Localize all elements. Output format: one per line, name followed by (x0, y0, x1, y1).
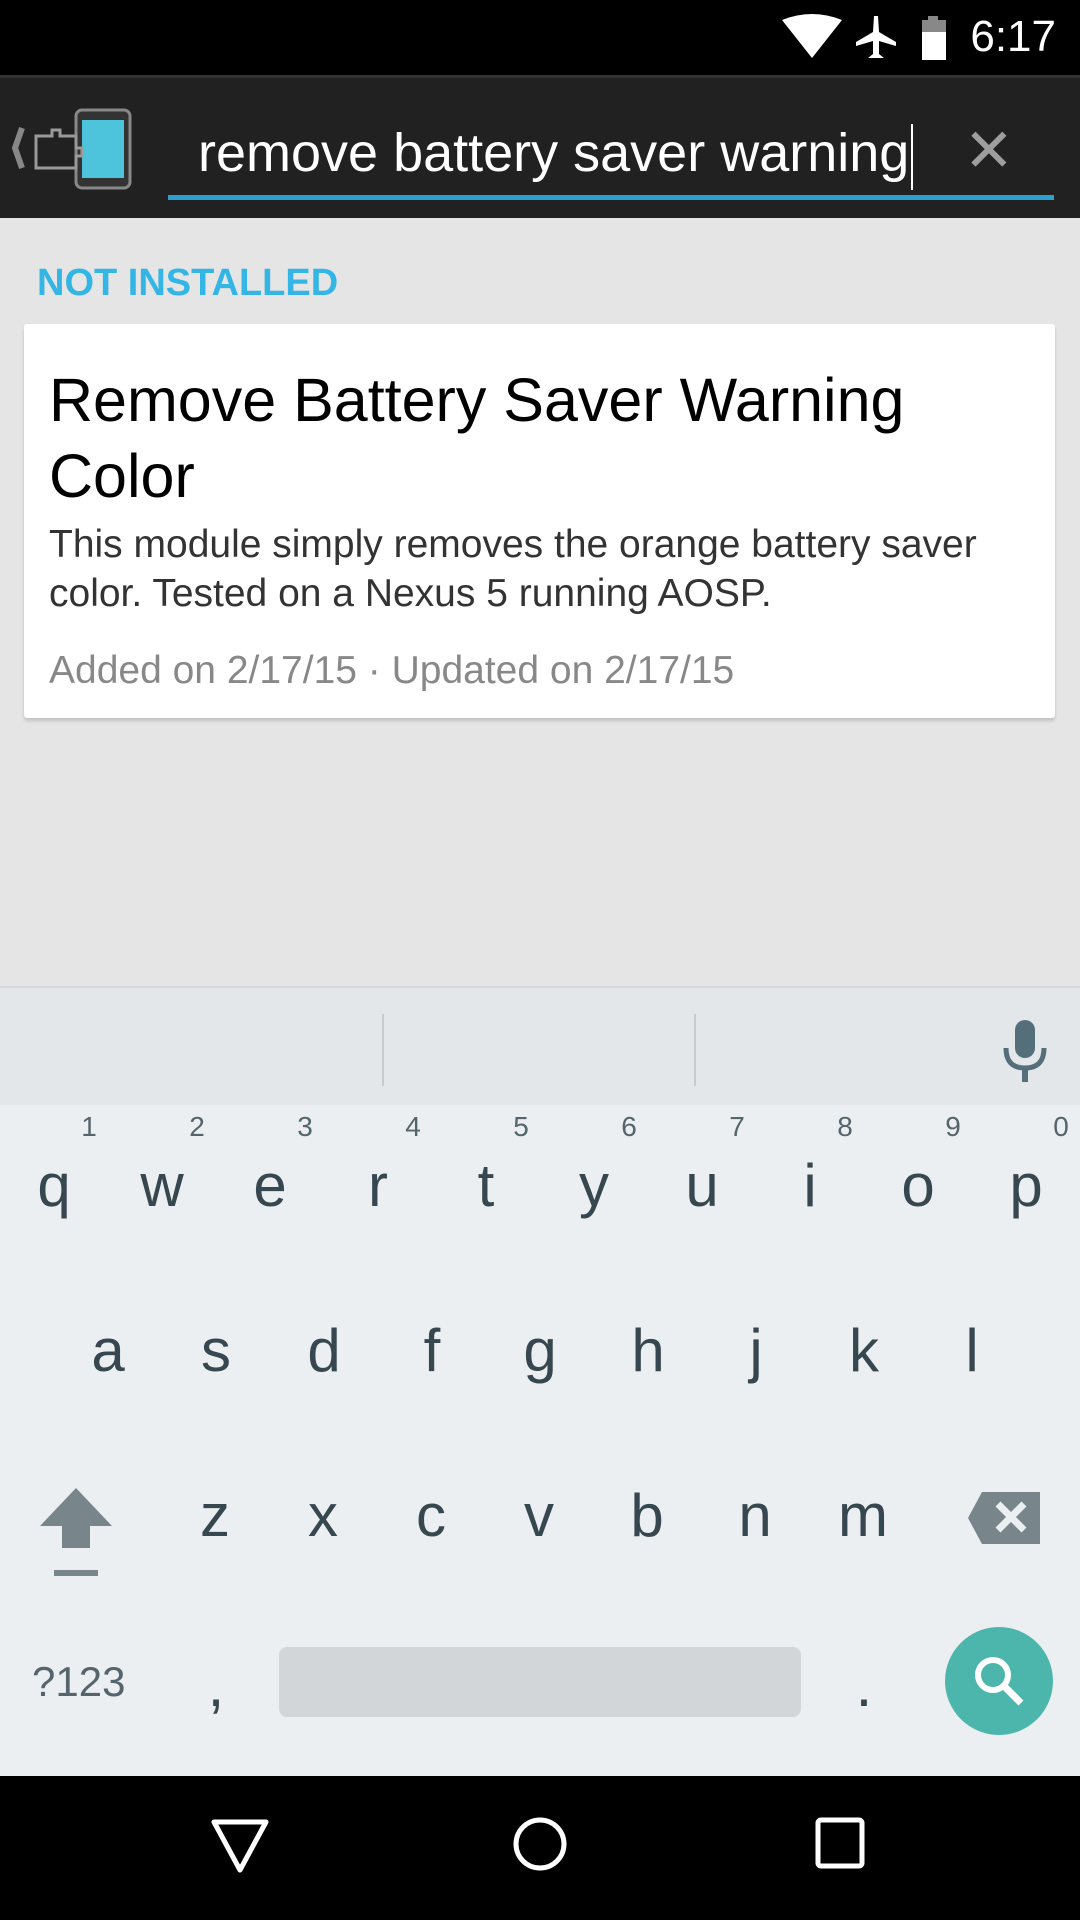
search-input[interactable]: remove battery saver warning ✕ (168, 108, 1054, 200)
keyboard: ?123 , . q 1w 2e 3r 4t 5y 6u 7i 8o 9p 0 asdfghjkl zx… (0, 986, 1080, 1776)
key-x[interactable]: x (269, 1481, 377, 1550)
status-bar: 6:17 (0, 0, 1080, 75)
section-header: NOT INSTALLED (37, 262, 339, 304)
key-hint: 6 (621, 1111, 637, 1142)
comma-key[interactable]: , (162, 1651, 270, 1720)
text-cursor (911, 123, 914, 190)
navigation-bar (0, 1776, 1080, 1920)
key-hint: 1 (81, 1111, 97, 1142)
battery-icon (922, 16, 946, 60)
backspace-key[interactable] (966, 1490, 1042, 1546)
key-h[interactable]: h (594, 1316, 702, 1385)
clock: 6:17 (970, 12, 1056, 61)
period-key[interactable]: . (810, 1651, 918, 1720)
key-y[interactable]: y (540, 1151, 648, 1220)
symbols-key[interactable]: ?123 (32, 1658, 125, 1706)
key-l[interactable]: l (918, 1316, 1026, 1385)
search-toolbar: remove battery saver warning ✕ (0, 75, 1080, 218)
suggestion-strip (0, 986, 1080, 1105)
close-icon[interactable]: ✕ (964, 116, 1014, 186)
key-n[interactable]: n (701, 1481, 809, 1550)
airplane-icon (856, 16, 896, 58)
key-g[interactable]: g (486, 1316, 594, 1385)
key-hint: 0 (1053, 1111, 1069, 1142)
xposed-puzzle-icon[interactable] (10, 108, 135, 190)
space-bar[interactable] (279, 1647, 801, 1717)
search-key[interactable] (945, 1627, 1053, 1735)
home-icon[interactable] (512, 1814, 568, 1874)
key-a[interactable]: a (54, 1316, 162, 1385)
module-description: This module simply removes the orange ba… (49, 523, 977, 615)
key-v[interactable]: v (485, 1481, 593, 1550)
key-j[interactable]: j (702, 1316, 810, 1385)
key-m[interactable]: m (809, 1481, 917, 1550)
key-hint: 7 (729, 1111, 745, 1142)
key-e[interactable]: e (216, 1151, 324, 1220)
key-k[interactable]: k (810, 1316, 918, 1385)
key-s[interactable]: s (162, 1316, 270, 1385)
key-hint: 4 (405, 1111, 421, 1142)
key-r[interactable]: r (324, 1151, 432, 1220)
divider (694, 1014, 696, 1086)
key-b[interactable]: b (593, 1481, 701, 1550)
key-u[interactable]: u (648, 1151, 756, 1220)
module-dates: Added on 2/17/15 · Updated on 2/17/15 (49, 649, 735, 692)
key-hint: 2 (189, 1111, 205, 1142)
divider (382, 1014, 384, 1086)
key-d[interactable]: d (270, 1316, 378, 1385)
shift-key[interactable] (36, 1486, 116, 1578)
key-c[interactable]: c (377, 1481, 485, 1550)
key-o[interactable]: o (864, 1151, 972, 1220)
key-w[interactable]: w (108, 1151, 216, 1220)
key-hint: 9 (945, 1111, 961, 1142)
key-hint: 5 (513, 1111, 529, 1142)
key-t[interactable]: t (432, 1151, 540, 1220)
key-p[interactable]: p (972, 1151, 1080, 1220)
key-hint: 3 (297, 1111, 313, 1142)
back-icon[interactable] (210, 1816, 270, 1876)
search-icon (975, 1657, 1024, 1706)
wifi-icon (782, 14, 842, 58)
key-i[interactable]: i (756, 1151, 864, 1220)
microphone-icon[interactable] (1000, 1020, 1050, 1086)
key-z[interactable]: z (161, 1481, 269, 1550)
key-f[interactable]: f (378, 1316, 486, 1385)
key-hint: 8 (837, 1111, 853, 1142)
module-card[interactable]: Remove Battery Saver Warning Color This … (24, 324, 1055, 718)
module-title: Remove Battery Saver Warning Color (49, 366, 905, 510)
status-icons (782, 14, 946, 60)
key-q[interactable]: q (0, 1151, 108, 1220)
search-query: remove battery saver warning (198, 123, 910, 183)
recents-icon[interactable] (814, 1816, 866, 1872)
